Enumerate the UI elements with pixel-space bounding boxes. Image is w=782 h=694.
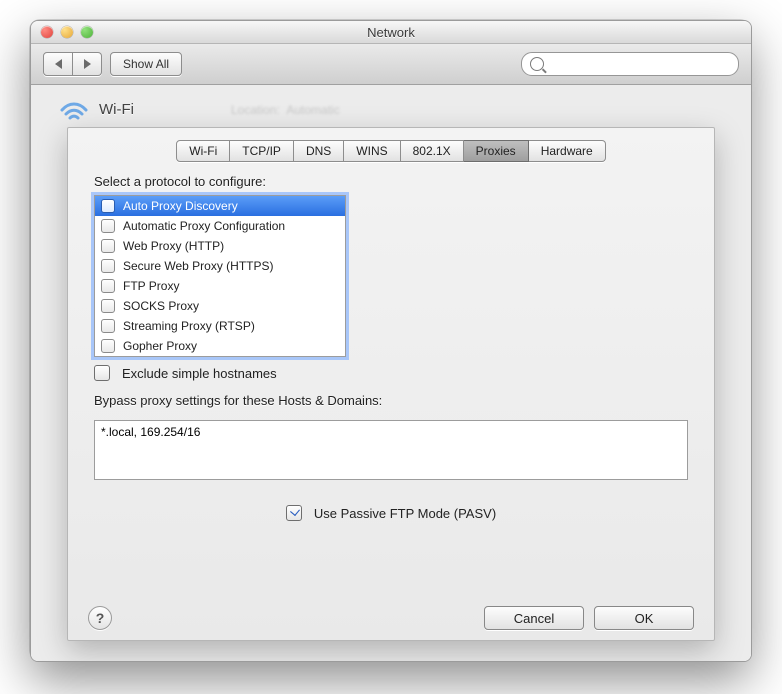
protocol-checkbox[interactable] <box>101 319 115 333</box>
protocol-item[interactable]: Auto Proxy Discovery <box>95 196 345 216</box>
protocol-label: FTP Proxy <box>123 279 179 293</box>
protocol-item[interactable]: Gopher Proxy <box>95 336 345 356</box>
protocol-label: Web Proxy (HTTP) <box>123 239 224 253</box>
tab-hardware[interactable]: Hardware <box>529 140 606 162</box>
chevron-right-icon <box>84 59 91 69</box>
protocol-label: Gopher Proxy <box>123 339 197 353</box>
pasv-checkbox[interactable] <box>286 505 302 521</box>
show-all-button[interactable]: Show All <box>110 52 182 76</box>
chevron-left-icon <box>55 59 62 69</box>
protocol-label: SOCKS Proxy <box>123 299 199 313</box>
bypass-label: Bypass proxy settings for these Hosts & … <box>94 393 688 408</box>
tab-row: Wi-FiTCP/IPDNSWINS802.1XProxiesHardware <box>176 140 605 162</box>
tab-wifi[interactable]: Wi-Fi <box>176 140 230 162</box>
protocol-checkbox[interactable] <box>101 339 115 353</box>
bypass-textarea[interactable] <box>94 420 688 480</box>
protocol-checkbox[interactable] <box>101 199 115 213</box>
protocol-label: Automatic Proxy Configuration <box>123 219 285 233</box>
toolbar: Show All <box>31 44 751 85</box>
pasv-row[interactable]: Use Passive FTP Mode (PASV) <box>286 505 496 521</box>
exclude-simple-label: Exclude simple hostnames <box>122 366 277 381</box>
protocol-checkbox[interactable] <box>101 219 115 233</box>
exclude-simple-checkbox[interactable] <box>94 365 110 381</box>
protocol-checkbox[interactable] <box>101 259 115 273</box>
window-title: Network <box>31 25 751 40</box>
protocol-item[interactable]: SOCKS Proxy <box>95 296 345 316</box>
tab-dns[interactable]: DNS <box>294 140 344 162</box>
forward-button[interactable] <box>73 52 102 76</box>
pane-title: Wi-Fi <box>99 101 134 118</box>
protocol-label: Secure Web Proxy (HTTPS) <box>123 259 273 273</box>
tab-proxies[interactable]: Proxies <box>464 140 529 162</box>
tab-wins[interactable]: WINS <box>344 140 400 162</box>
window-titlebar[interactable]: Network <box>31 21 751 44</box>
ok-button[interactable]: OK <box>594 606 694 630</box>
cancel-button[interactable]: Cancel <box>484 606 584 630</box>
search-input[interactable] <box>548 56 730 72</box>
protocol-checkbox[interactable] <box>101 279 115 293</box>
protocol-list[interactable]: Auto Proxy Discovery Automatic Proxy Conf… <box>94 195 346 357</box>
back-button[interactable] <box>43 52 73 76</box>
select-protocol-label: Select a protocol to configure: <box>94 174 688 189</box>
search-icon <box>530 57 544 71</box>
tab-tcpip[interactable]: TCP/IP <box>230 140 294 162</box>
wifi-icon <box>59 97 89 121</box>
preferences-window: Network Show All Location: Automatic Sta… <box>30 20 752 662</box>
tab-8021x[interactable]: 802.1X <box>401 140 464 162</box>
protocol-label: Streaming Proxy (RTSP) <box>123 319 255 333</box>
protocol-checkbox[interactable] <box>101 239 115 253</box>
pasv-label: Use Passive FTP Mode (PASV) <box>314 506 496 521</box>
help-button[interactable]: ? <box>88 606 112 630</box>
protocol-item[interactable]: Automatic Proxy Configuration <box>95 216 345 236</box>
protocol-item[interactable]: Streaming Proxy (RTSP) <box>95 316 345 336</box>
search-field[interactable] <box>521 52 739 76</box>
protocol-item[interactable]: Secure Web Proxy (HTTPS) <box>95 256 345 276</box>
protocol-item[interactable]: FTP Proxy <box>95 276 345 296</box>
protocol-item[interactable]: Web Proxy (HTTP) <box>95 236 345 256</box>
exclude-simple-row[interactable]: Exclude simple hostnames <box>94 365 688 381</box>
protocol-checkbox[interactable] <box>101 299 115 313</box>
protocol-label: Auto Proxy Discovery <box>123 199 238 213</box>
advanced-sheet: Wi-FiTCP/IPDNSWINS802.1XProxiesHardware … <box>67 127 715 641</box>
